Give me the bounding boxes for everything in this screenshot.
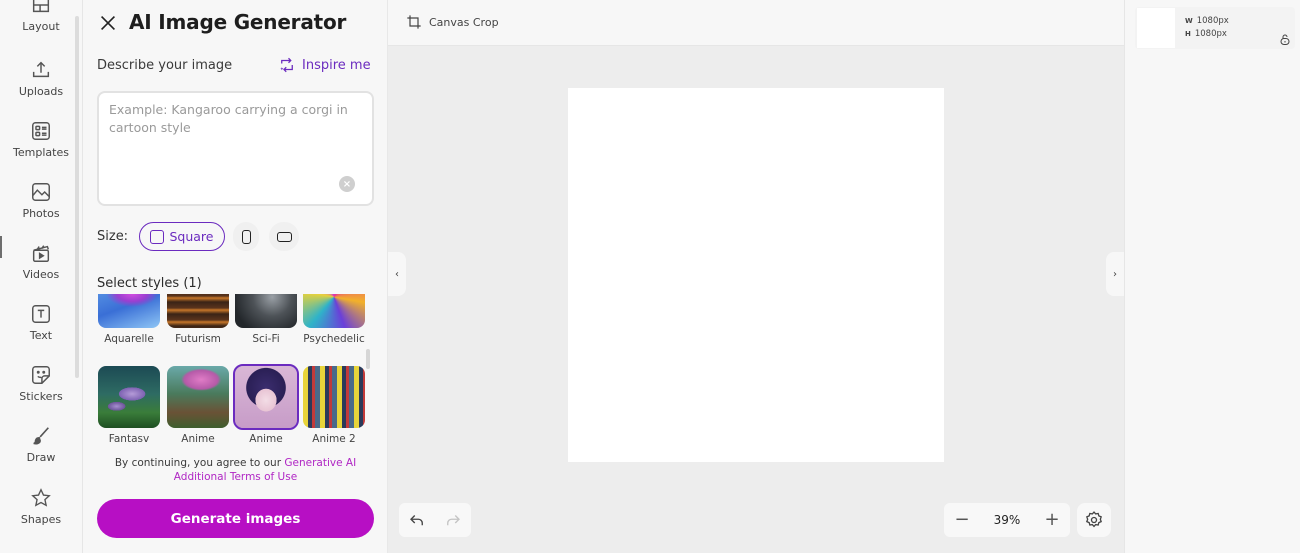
sidebar-item-stickers[interactable]: Stickers [0,364,82,403]
style-tile-fantasy[interactable]: Fantasv [98,366,160,444]
templates-icon [32,122,50,140]
crop-icon [407,15,421,29]
shuffle-sparkle-icon [280,57,293,73]
canvas-toolbar: Canvas Crop [388,0,1124,46]
anime-2-thumbnail [233,364,299,430]
design-canvas[interactable] [568,88,944,462]
select-styles-label: Select styles (1) [97,276,202,291]
landscape-icon [276,231,292,242]
style-tile-anime-1[interactable]: Anime [167,366,229,444]
sidebar-item-uploads[interactable]: Uploads [0,59,82,98]
sidebar-item-templates[interactable]: Templates [0,120,82,159]
styles-grid: Aquarelle Futurism Sci-Fi Psychedelic Fa… [97,294,369,444]
brush-icon [33,427,49,445]
video-icon [32,245,50,262]
style-tile-anime-3[interactable]: Anime 2 [303,366,365,444]
zoom-in-button[interactable]: + [1044,511,1060,529]
prompt-field-container: × [97,91,374,206]
canvas-settings-button[interactable] [1077,503,1111,537]
style-tile-psychedelic[interactable]: Psychedelic [303,294,365,345]
app: Layout Uploads Templates Photos Videos T… [0,0,1300,553]
styles-scrollbar[interactable] [366,349,370,369]
size-option-portrait[interactable] [233,222,259,251]
prompt-input[interactable] [109,101,359,181]
portrait-icon [241,229,251,244]
sci-fi-thumbnail [235,294,297,328]
psychedelic-thumbnail [303,294,365,328]
canvas-workspace: Canvas Crop ‹ › − 39% + [388,0,1124,553]
page-thumbnail[interactable] [1137,8,1175,48]
sidebar-item-photos[interactable]: Photos [0,181,82,220]
ai-image-generator-panel: AI Image Generator Describe your image I… [83,0,388,553]
futurism-thumbnail [167,294,229,328]
sidebar: Layout Uploads Templates Photos Videos T… [0,0,83,553]
canvas-crop-button[interactable]: Canvas Crop [406,14,499,30]
describe-label: Describe your image [97,58,233,73]
collapse-panel-button[interactable]: ‹ [388,252,406,296]
upload-icon [32,61,50,78]
panel-title: AI Image Generator [129,10,347,34]
inspire-me-button[interactable]: Inspire me [278,56,371,74]
sidebar-item-layout[interactable]: Layout [0,0,82,33]
page-width: W 1080px [1185,16,1229,26]
size-option-square[interactable]: Square [139,222,225,251]
generate-images-button[interactable]: Generate images [97,499,374,538]
history-controls [399,503,471,537]
anime-1-thumbnail [167,366,229,428]
page-card[interactable]: W 1080px H 1080px [1135,7,1295,49]
undo-icon[interactable] [408,511,426,529]
close-icon[interactable] [97,12,119,34]
layout-icon [32,0,50,13]
square-icon [150,229,165,244]
aquarelle-thumbnail [98,294,160,328]
terms-notice: By continuing, you agree to our Generati… [114,457,357,483]
star-icon [31,488,51,507]
chevron-right-icon: › [1113,268,1117,280]
clear-prompt-icon[interactable]: × [339,176,355,192]
style-tile-aquarelle[interactable]: Aquarelle [98,294,160,345]
fantasy-thumbnail [98,366,160,428]
page-height: H 1080px [1185,29,1227,39]
zoom-level[interactable]: 39% [994,513,1021,527]
text-icon [32,305,50,323]
zoom-out-button[interactable]: − [954,511,970,529]
sidebar-item-draw[interactable]: Draw [0,425,82,464]
style-tile-anime-2-selected[interactable]: Anime [233,364,299,444]
size-label: Size: [97,229,129,244]
style-tile-futurism[interactable]: Futurism [167,294,229,345]
redo-icon[interactable] [444,511,462,529]
chevron-left-icon: ‹ [395,268,399,280]
pages-panel: W 1080px H 1080px [1124,0,1300,553]
sidebar-item-text[interactable]: Text [0,303,82,342]
zoom-controls: − 39% + [944,503,1070,537]
gear-icon [1085,511,1103,528]
anime-3-thumbnail [303,366,365,428]
sticker-icon [32,366,50,384]
style-tile-sci-fi[interactable]: Sci-Fi [235,294,297,345]
sidebar-item-videos[interactable]: Videos [0,242,82,281]
sidebar-item-shapes[interactable]: Shapes [0,487,82,526]
expand-right-panel-button[interactable]: › [1106,252,1124,296]
unlock-icon[interactable] [1279,33,1291,46]
size-option-landscape[interactable] [269,222,299,251]
photo-icon [32,183,50,201]
